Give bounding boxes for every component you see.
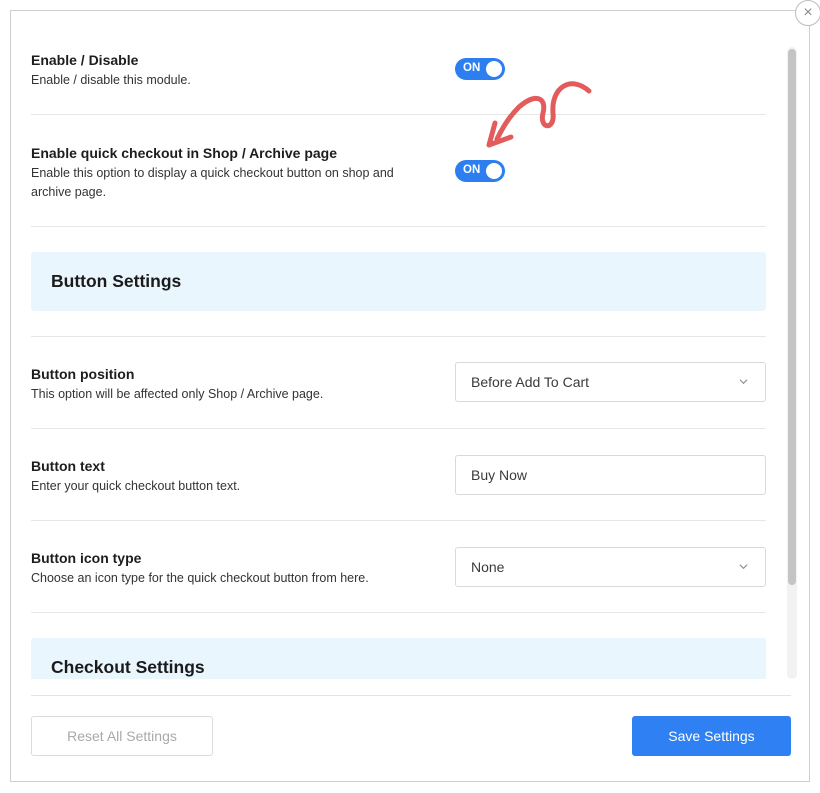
chevron-down-icon	[739, 564, 748, 570]
selected-value: None	[471, 559, 505, 575]
setting-row-button-position: Button position This option will be affe…	[31, 337, 766, 429]
setting-description: Choose an icon type for the quick checko…	[31, 571, 369, 585]
setting-title: Enable / Disable	[31, 52, 139, 68]
settings-modal: Enable / Disable Enable / disable this m…	[10, 10, 810, 782]
section-divider	[31, 311, 766, 337]
setting-title: Button text	[31, 458, 105, 474]
arrow-annotation-icon	[486, 81, 592, 148]
section-header-button-settings: Button Settings	[31, 252, 766, 311]
setting-description: Enable this option to display a quick ch…	[31, 166, 394, 199]
setting-title: Button icon type	[31, 550, 142, 566]
selected-value: Before Add To Cart	[471, 374, 590, 390]
button-text-input[interactable]: Buy Now	[455, 455, 766, 495]
settings-scroll-area[interactable]: Enable / Disable Enable / disable this m…	[11, 11, 791, 679]
toggle-state-label: ON	[463, 62, 481, 74]
button-position-select[interactable]: Before Add To Cart	[455, 362, 766, 402]
input-value: Buy Now	[471, 467, 528, 483]
save-settings-button[interactable]: Save Settings	[632, 716, 791, 756]
button-icon-type-select[interactable]: None	[455, 547, 766, 587]
setting-title: Enable quick checkout in Shop / Archive …	[31, 145, 337, 161]
close-icon[interactable]: ×	[795, 0, 820, 26]
setting-description: Enter your quick checkout button text.	[31, 479, 241, 493]
reset-all-settings-button[interactable]: Reset All Settings	[31, 716, 213, 756]
setting-row-button-icon-type: Button icon type Choose an icon type for…	[31, 521, 766, 613]
setting-row-enable: Enable / Disable Enable / disable this m…	[31, 41, 766, 115]
scrollbar-thumb[interactable]	[788, 49, 796, 585]
toggle-state-label: ON	[463, 164, 481, 176]
section-header-checkout-settings: Checkout Settings	[31, 638, 766, 679]
footer-divider	[31, 695, 791, 696]
section-title: Checkout Settings	[51, 657, 205, 677]
setting-row-button-text: Button text Enter your quick checkout bu…	[31, 429, 766, 521]
scrollbar[interactable]	[787, 47, 797, 679]
setting-description: This option will be affected only Shop /…	[31, 387, 324, 401]
setting-description: Enable / disable this module.	[31, 73, 191, 87]
setting-title: Button position	[31, 366, 135, 382]
setting-row-quick-checkout: Enable quick checkout in Shop / Archive …	[31, 115, 766, 227]
chevron-down-icon	[739, 379, 748, 385]
section-title: Button Settings	[51, 271, 182, 291]
